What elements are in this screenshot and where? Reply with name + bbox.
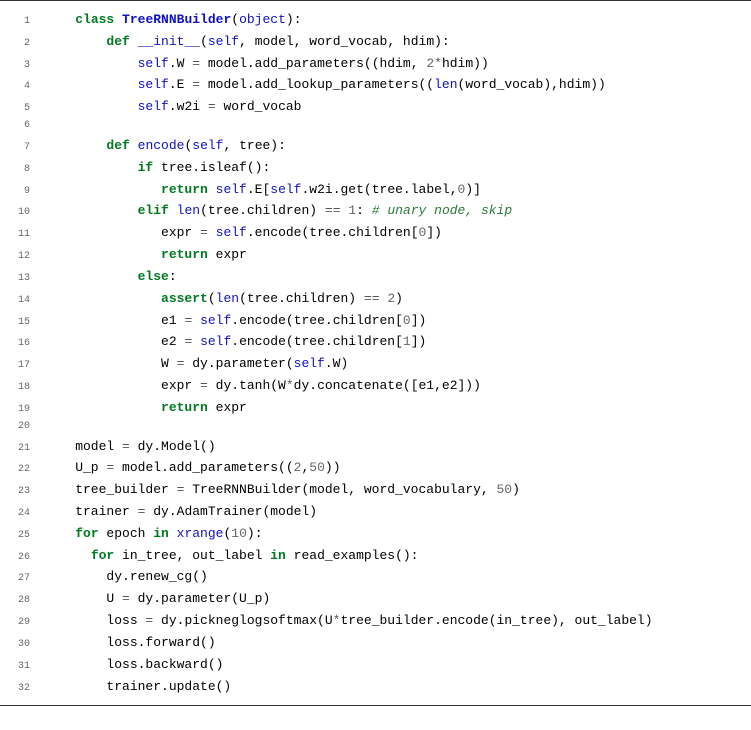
code-content: else: xyxy=(44,266,751,288)
code-content: if tree.isleaf(): xyxy=(44,157,751,179)
code-content: U = dy.parameter(U_p) xyxy=(44,588,751,610)
code-line: 27 dy.renew_cg() xyxy=(0,566,751,588)
code-content: e2 = self.encode(tree.children[1]) xyxy=(44,331,751,353)
code-content: elif len(tree.children) == 1: # unary no… xyxy=(44,200,751,222)
code-content: expr = dy.tanh(W*dy.concatenate([e1,e2])… xyxy=(44,375,751,397)
line-number: 20 xyxy=(0,419,44,436)
line-number: 22 xyxy=(0,462,44,479)
code-content: W = dy.parameter(self.W) xyxy=(44,353,751,375)
code-line: 4 self.E = model.add_lookup_parameters((… xyxy=(0,74,751,96)
code-line: 14 assert(len(tree.children) == 2) xyxy=(0,288,751,310)
code-content: loss = dy.pickneglogsoftmax(U*tree_build… xyxy=(44,610,751,632)
code-line: 11 expr = self.encode(tree.children[0]) xyxy=(0,222,751,244)
code-content: return expr xyxy=(44,397,751,419)
code-line: 21 model = dy.Model() xyxy=(0,436,751,458)
line-number: 9 xyxy=(0,184,44,201)
code-line: 19 return expr xyxy=(0,397,751,419)
line-number: 2 xyxy=(0,36,44,53)
line-number: 3 xyxy=(0,58,44,75)
code-content: class TreeRNNBuilder(object): xyxy=(44,9,751,31)
code-line: 22 U_p = model.add_parameters((2,50)) xyxy=(0,457,751,479)
code-content: model = dy.Model() xyxy=(44,436,751,458)
code-line: 32 trainer.update() xyxy=(0,676,751,698)
code-content: loss.forward() xyxy=(44,632,751,654)
line-number: 11 xyxy=(0,227,44,244)
code-line: 6 xyxy=(0,118,751,135)
code-content: loss.backward() xyxy=(44,654,751,676)
code-block: 1 class TreeRNNBuilder(object):2 def __i… xyxy=(0,0,751,706)
line-number: 13 xyxy=(0,271,44,288)
code-content: def __init__(self, model, word_vocab, hd… xyxy=(44,31,751,53)
code-content: def encode(self, tree): xyxy=(44,135,751,157)
code-line: 8 if tree.isleaf(): xyxy=(0,157,751,179)
code-line: 13 else: xyxy=(0,266,751,288)
line-number: 17 xyxy=(0,358,44,375)
line-number: 21 xyxy=(0,441,44,458)
code-line: 23 tree_builder = TreeRNNBuilder(model, … xyxy=(0,479,751,501)
code-line: 20 xyxy=(0,419,751,436)
code-line: 16 e2 = self.encode(tree.children[1]) xyxy=(0,331,751,353)
code-line: 25 for epoch in xrange(10): xyxy=(0,523,751,545)
code-content: dy.renew_cg() xyxy=(44,566,751,588)
code-line: 24 trainer = dy.AdamTrainer(model) xyxy=(0,501,751,523)
line-number: 6 xyxy=(0,118,44,135)
code-content: U_p = model.add_parameters((2,50)) xyxy=(44,457,751,479)
code-content: expr = self.encode(tree.children[0]) xyxy=(44,222,751,244)
code-line: 28 U = dy.parameter(U_p) xyxy=(0,588,751,610)
code-line: 12 return expr xyxy=(0,244,751,266)
line-number: 5 xyxy=(0,101,44,118)
line-number: 15 xyxy=(0,315,44,332)
line-number: 1 xyxy=(0,14,44,31)
code-line: 30 loss.forward() xyxy=(0,632,751,654)
line-number: 30 xyxy=(0,637,44,654)
code-content: for in_tree, out_label in read_examples(… xyxy=(44,545,751,567)
code-line: 15 e1 = self.encode(tree.children[0]) xyxy=(0,310,751,332)
line-number: 31 xyxy=(0,659,44,676)
code-line: 7 def encode(self, tree): xyxy=(0,135,751,157)
line-number: 19 xyxy=(0,402,44,419)
line-number: 14 xyxy=(0,293,44,310)
line-number: 10 xyxy=(0,205,44,222)
code-line: 3 self.W = model.add_parameters((hdim, 2… xyxy=(0,53,751,75)
line-number: 27 xyxy=(0,571,44,588)
line-number: 25 xyxy=(0,528,44,545)
code-content: self.W = model.add_parameters((hdim, 2*h… xyxy=(44,53,751,75)
code-line: 10 elif len(tree.children) == 1: # unary… xyxy=(0,200,751,222)
line-number: 16 xyxy=(0,336,44,353)
line-number: 12 xyxy=(0,249,44,266)
code-content: trainer = dy.AdamTrainer(model) xyxy=(44,501,751,523)
code-line: 5 self.w2i = word_vocab xyxy=(0,96,751,118)
code-content: for epoch in xrange(10): xyxy=(44,523,751,545)
code-content: trainer.update() xyxy=(44,676,751,698)
code-content: self.E = model.add_lookup_parameters((le… xyxy=(44,74,751,96)
line-number: 7 xyxy=(0,140,44,157)
code-content: return expr xyxy=(44,244,751,266)
code-content: assert(len(tree.children) == 2) xyxy=(44,288,751,310)
code-content: return self.E[self.w2i.get(tree.label,0)… xyxy=(44,179,751,201)
line-number: 32 xyxy=(0,681,44,698)
code-content: e1 = self.encode(tree.children[0]) xyxy=(44,310,751,332)
code-content: tree_builder = TreeRNNBuilder(model, wor… xyxy=(44,479,751,501)
code-line: 31 loss.backward() xyxy=(0,654,751,676)
line-number: 24 xyxy=(0,506,44,523)
code-line: 1 class TreeRNNBuilder(object): xyxy=(0,9,751,31)
code-line: 17 W = dy.parameter(self.W) xyxy=(0,353,751,375)
code-line: 9 return self.E[self.w2i.get(tree.label,… xyxy=(0,179,751,201)
line-number: 28 xyxy=(0,593,44,610)
line-number: 26 xyxy=(0,550,44,567)
code-line: 29 loss = dy.pickneglogsoftmax(U*tree_bu… xyxy=(0,610,751,632)
code-line: 26 for in_tree, out_label in read_exampl… xyxy=(0,545,751,567)
code-content: self.w2i = word_vocab xyxy=(44,96,751,118)
line-number: 8 xyxy=(0,162,44,179)
line-number: 18 xyxy=(0,380,44,397)
line-number: 4 xyxy=(0,79,44,96)
line-number: 29 xyxy=(0,615,44,632)
code-line: 18 expr = dy.tanh(W*dy.concatenate([e1,e… xyxy=(0,375,751,397)
code-line: 2 def __init__(self, model, word_vocab, … xyxy=(0,31,751,53)
line-number: 23 xyxy=(0,484,44,501)
